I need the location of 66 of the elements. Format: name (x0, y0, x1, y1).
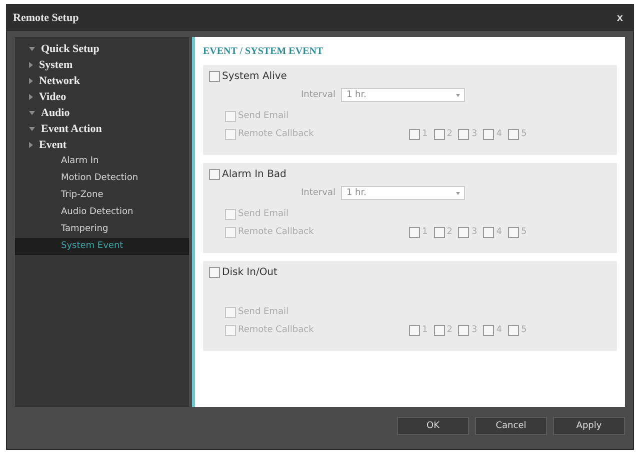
window-title: Remote Setup (13, 12, 79, 24)
checkbox-label: 2 (446, 227, 452, 237)
checkbox-label: Send Email (238, 110, 288, 122)
checkbox-label: 5 (520, 129, 527, 139)
page-heading: EVENT / SYSTEM EVENT (203, 45, 324, 59)
sidebar-label: Network (39, 75, 80, 87)
checkbox-label: 4 (496, 129, 502, 139)
checkbox-label: 2 (446, 325, 452, 335)
sidebar-item[interactable]: System (15, 57, 189, 73)
dialog-button[interactable]: OK (397, 417, 469, 435)
sidebar-subitem[interactable]: Motion Detection (15, 170, 189, 187)
sidebar-label: System (39, 59, 73, 71)
interval-dropdown[interactable]: 1 hr. (341, 186, 466, 200)
collapsed-arrow-icon (29, 78, 33, 84)
sidebar-label: Quick Setup (41, 43, 100, 55)
checkbox-label: Disk In/Out (222, 266, 278, 278)
sidebar-label: Video (39, 91, 66, 103)
checkbox-label: Send Email (238, 306, 288, 318)
sidebar-subitem[interactable]: Trip-Zone (15, 187, 189, 204)
checkbox-label: 1 (422, 129, 428, 139)
interval-label: Interval (301, 188, 336, 198)
sidebar-label: Audio (41, 107, 70, 119)
sidebar-item[interactable]: Audio (15, 105, 189, 121)
checkbox-label: 5 (520, 227, 527, 237)
checkbox-label: 3 (471, 129, 478, 139)
checkbox-label: 4 (496, 325, 502, 335)
sidebar-label: Event (39, 139, 66, 151)
checkbox-label: 4 (496, 227, 502, 237)
caret-icon (456, 192, 460, 194)
collapsed-arrow-icon (29, 62, 33, 68)
interval-dropdown[interactable]: 1 hr. (341, 88, 466, 102)
checkbox[interactable] (209, 168, 220, 180)
sidebar-item[interactable]: Quick Setup (15, 41, 189, 57)
interval-label: Interval (301, 90, 336, 100)
checkbox-label: 1 (422, 325, 428, 335)
dialog-button[interactable]: Cancel (475, 417, 547, 435)
sidebar-subitem[interactable]: Tampering (15, 221, 189, 238)
checkbox[interactable] (209, 70, 220, 82)
checkbox-label: 3 (471, 227, 478, 237)
checkbox-label: System Alive (222, 70, 287, 82)
checkbox-label: 2 (446, 129, 452, 139)
checkbox-label: Alarm In Bad (222, 168, 286, 180)
sidebar-item[interactable]: Event (15, 137, 189, 153)
sidebar-subitem[interactable]: Alarm In (15, 153, 189, 170)
checkbox-label: Remote Callback (238, 324, 314, 336)
dialog-button[interactable]: Apply (553, 417, 625, 435)
checkbox-label: 5 (520, 325, 527, 335)
checkbox-label: 1 (422, 227, 428, 237)
checkbox-label: Remote Callback (238, 128, 314, 140)
expanded-arrow-icon (29, 111, 35, 115)
collapsed-arrow-icon (29, 142, 33, 148)
sidebar-label: Event Action (41, 123, 102, 135)
collapsed-arrow-icon (29, 94, 33, 100)
expanded-arrow-icon (29, 47, 35, 51)
sidebar-item[interactable]: Event Action (15, 121, 189, 137)
sidebar-item[interactable]: Network (15, 73, 189, 89)
checkbox[interactable] (209, 266, 220, 278)
checkbox-label: Send Email (238, 208, 288, 220)
sidebar-subitem[interactable]: Audio Detection (15, 204, 189, 221)
checkbox-label: 3 (471, 325, 478, 335)
sidebar-item[interactable]: Video (15, 89, 189, 105)
close-button[interactable]: x (612, 12, 627, 24)
sidebar-subitem[interactable]: System Event (15, 238, 189, 255)
caret-icon (456, 94, 460, 96)
checkbox-label: Remote Callback (238, 226, 314, 238)
expanded-arrow-icon (29, 127, 35, 131)
